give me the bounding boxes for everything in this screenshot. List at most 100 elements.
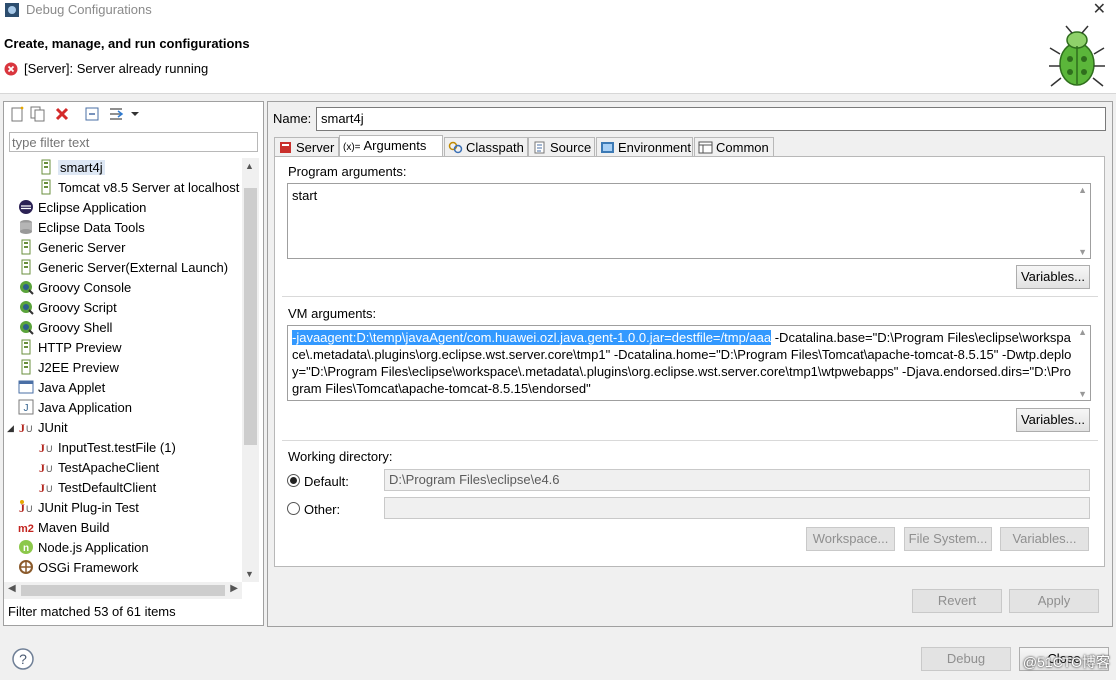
launch-config-panel: smart4j Tomcat v8.5 Server at localhost Ec…	[3, 101, 264, 626]
maven-icon: m2	[18, 523, 34, 535]
vm-arguments-selection: -javaagent:D:\temp\javaAgent/com.huawei.…	[292, 330, 772, 345]
scroll-up-icon[interactable]: ▲	[245, 161, 254, 171]
source-icon	[534, 141, 545, 154]
groovy-icon	[20, 301, 34, 315]
dialog-heading: Create, manage, and run configurations	[4, 36, 250, 51]
tree-item[interactable]: Eclipse Data Tools	[18, 218, 145, 238]
chevron-down-icon[interactable]	[130, 106, 140, 122]
vm-variables-button[interactable]: Variables...	[1016, 408, 1090, 432]
tree-item-label: InputTest.testFile (1)	[58, 440, 176, 455]
junit-icon: JU	[39, 461, 53, 475]
help-icon[interactable]: ?	[12, 648, 34, 670]
working-directory-label: Working directory:	[288, 449, 393, 464]
tab-arguments[interactable]: (x)= Arguments	[339, 135, 443, 157]
filter-config-icon[interactable]	[108, 106, 124, 122]
filter-input[interactable]	[9, 132, 258, 152]
workspace-button[interactable]: Workspace...	[806, 527, 895, 551]
tree-item[interactable]: J2EE Preview	[18, 358, 119, 378]
groovy-icon	[20, 281, 34, 295]
tree-item[interactable]: Generic Server	[18, 238, 125, 258]
expander-icon[interactable]: ◢	[7, 423, 14, 434]
svg-text:U: U	[26, 504, 33, 514]
tab-environment[interactable]: Environment	[596, 137, 693, 157]
server-icon	[21, 359, 31, 375]
filter-status: Filter matched 53 of 61 items	[8, 604, 176, 619]
delete-config-icon[interactable]	[54, 106, 70, 122]
program-arguments-label: Program arguments:	[288, 164, 407, 179]
tree-item[interactable]: J Java Application	[18, 398, 132, 418]
other-radio[interactable]	[287, 502, 300, 515]
default-radio[interactable]	[287, 474, 300, 487]
tab-source[interactable]: Source	[528, 137, 595, 157]
textarea-scrollbar[interactable]: ▲ ▼	[1076, 184, 1090, 258]
vm-arguments-textarea[interactable]: -javaagent:D:\temp\javaAgent/com.huawei.…	[287, 325, 1091, 401]
debug-button[interactable]: Debug	[921, 647, 1011, 671]
scroll-thumb[interactable]	[21, 585, 225, 596]
nodejs-icon: n	[19, 540, 33, 554]
debug-bug-icon	[5, 3, 19, 17]
title-bar: Debug Configurations ✕	[0, 0, 1116, 20]
scroll-down-icon[interactable]: ▼	[245, 569, 254, 579]
tree-item-label: Java Application	[38, 400, 132, 415]
tree-item[interactable]: Eclipse Application	[18, 198, 146, 218]
tree-item-label: Groovy Script	[38, 300, 117, 315]
scroll-left-icon[interactable]: ◀	[8, 583, 16, 594]
tree-item-label: Groovy Shell	[38, 320, 113, 335]
duplicate-config-icon[interactable]	[30, 106, 46, 122]
tree-item-label: TestApacheClient	[58, 460, 160, 475]
other-directory-field[interactable]	[384, 497, 1090, 519]
scroll-thumb[interactable]	[244, 188, 257, 445]
tree-item[interactable]: Tomcat v8.5 Server at localhost	[38, 178, 239, 198]
apply-button[interactable]: Apply	[1009, 589, 1099, 613]
tab-classpath[interactable]: Classpath	[444, 137, 528, 157]
java-app-icon: J	[18, 399, 34, 415]
svg-text:?: ?	[19, 651, 27, 667]
program-arguments-textarea[interactable]: start ▲ ▼	[287, 183, 1091, 259]
tree-item[interactable]: Groovy Script	[18, 298, 117, 318]
junit-plugin-icon: JU	[19, 500, 33, 515]
junit-icon: JU	[19, 421, 33, 435]
environment-icon	[601, 142, 614, 153]
tree-item[interactable]: J U TestDefaultClient	[38, 478, 156, 498]
svg-text:U: U	[46, 464, 53, 474]
tab-common[interactable]: Common	[694, 137, 774, 157]
svg-text:U: U	[46, 484, 53, 494]
svg-text:J: J	[39, 461, 45, 475]
window-close-button[interactable]: ✕	[1093, 0, 1106, 19]
tree-item[interactable]: m2 Maven Build	[18, 518, 110, 538]
server-config-icon	[41, 179, 51, 195]
tree-item[interactable]: OSGi Framework	[18, 558, 138, 578]
applet-icon	[18, 380, 34, 394]
tree-item[interactable]: Groovy Shell	[18, 318, 112, 338]
classpath-icon	[448, 141, 463, 154]
tree-item-label: Tomcat v8.5 Server at localhost	[58, 180, 240, 195]
tree-horizontal-scrollbar[interactable]: ◀ ▶	[4, 582, 242, 599]
tab-server[interactable]: Server	[274, 137, 339, 157]
collapse-all-icon[interactable]	[84, 106, 100, 122]
tree-item-label: JUnit	[38, 420, 68, 435]
tree-item[interactable]: Generic Server(External Launch)	[18, 258, 228, 278]
tree-item[interactable]: J U JUnit	[18, 418, 68, 438]
tree-item[interactable]: n Node.js Application	[18, 538, 149, 558]
scroll-right-icon[interactable]: ▶	[230, 583, 238, 594]
program-variables-button[interactable]: Variables...	[1016, 265, 1090, 289]
tree-item[interactable]: J U JUnit Plug-in Test	[18, 498, 139, 518]
revert-button[interactable]: Revert	[912, 589, 1002, 613]
working-dir-variables-button[interactable]: Variables...	[1000, 527, 1089, 551]
tree-item-label: smart4j	[58, 160, 105, 175]
divider	[282, 296, 1098, 297]
tree-item[interactable]: Java Applet	[18, 378, 105, 398]
tree-item[interactable]: J U InputTest.testFile (1)	[38, 438, 176, 458]
file-system-button[interactable]: File System...	[904, 527, 992, 551]
tree-item[interactable]: J U TestApacheClient	[38, 458, 159, 478]
tree-item[interactable]: smart4j	[38, 158, 105, 178]
watermark: @51CTO博客	[1022, 654, 1110, 670]
textarea-scrollbar[interactable]: ▲ ▼	[1076, 326, 1090, 400]
tree-item[interactable]: Groovy Console	[18, 278, 131, 298]
tree-item[interactable]: HTTP Preview	[18, 338, 122, 358]
debug-banner-bug-icon	[1049, 25, 1105, 87]
name-input[interactable]: smart4j	[316, 107, 1106, 131]
tree-vertical-scrollbar[interactable]: ▲ ▼	[242, 158, 259, 582]
junit-icon: JU	[39, 441, 53, 455]
new-config-icon[interactable]	[10, 106, 26, 122]
